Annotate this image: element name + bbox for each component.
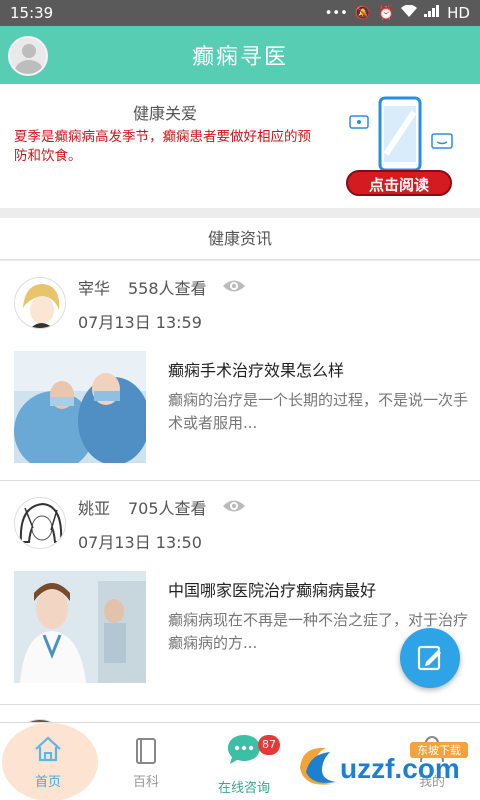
doctor-thumbnail (14, 571, 146, 683)
network-type: HD (447, 4, 470, 22)
banner-title: 健康关爱 (132, 104, 197, 123)
news-section-title: 健康资讯 (0, 218, 480, 260)
section-divider (0, 208, 480, 218)
more-icon: ••• (324, 5, 348, 21)
user-avatar[interactable] (8, 36, 48, 76)
page-title: 癫痫寻医 (191, 45, 288, 70)
status-icons: ••• 🔕 ⏰ HD (325, 4, 470, 22)
tab-consult-label: 在线咨询 (217, 781, 270, 796)
app-header: 癫痫寻医 (0, 26, 480, 84)
tab-wiki[interactable]: 百科 (98, 723, 194, 800)
tab-consult[interactable]: 在线咨询 (196, 723, 292, 800)
publish-date: 07月13日 13:59 (78, 313, 202, 332)
view-count: 705人查看 (128, 499, 207, 518)
eye-icon (223, 280, 245, 292)
article-title: 癫痫手术治疗效果怎么样 (168, 361, 345, 380)
watermark-subtext: 东坡下载 (417, 744, 461, 757)
author-name: 宰华 (78, 279, 111, 298)
article-card[interactable]: 宰华 558人查看 07月13日 13:59 癫痫手术治疗效果怎么样 癫痫的治疗… (0, 261, 480, 481)
book-icon (136, 738, 156, 764)
eye-icon (223, 500, 245, 512)
status-time: 15:39 (10, 4, 54, 22)
status-bar: 15:39 ••• 🔕 ⏰ HD (0, 0, 480, 26)
author-name: 姚亚 (78, 499, 111, 518)
health-care-banner[interactable]: 健康关爱 夏季是癫痫病高发季节，癫痫患者要做好相应的预防和饮食。 点击阅读 (0, 84, 480, 208)
publish-date: 07月13日 13:50 (78, 533, 202, 552)
mute-icon: 🔕 (354, 5, 371, 21)
tab-home-label: 首页 (34, 775, 61, 790)
author-avatar[interactable] (14, 497, 66, 549)
author-avatar[interactable] (14, 277, 66, 329)
wifi-icon (401, 4, 418, 21)
alarm-icon: ⏰ (377, 5, 395, 21)
consult-badge: 87 (258, 735, 280, 755)
banner-text: 夏季是癫痫病高发季节，癫痫患者要做好相应的预防和饮食。 (14, 129, 311, 164)
chat-icon (228, 735, 260, 764)
compose-button[interactable] (400, 628, 460, 688)
tab-home[interactable]: 首页 (0, 723, 96, 800)
surgery-thumbnail (14, 351, 146, 463)
article-summary: 癫痫的治疗是一个长期的过程，不是说一次手术或者服用... (168, 391, 469, 432)
read-now-button[interactable]: 点击阅读 (346, 170, 452, 196)
signal-icon (424, 5, 440, 21)
site-watermark: uzzf.com 东坡下载 (300, 742, 468, 785)
article-title: 中国哪家医院治疗癫痫病最好 (168, 581, 377, 600)
view-count: 558人查看 (128, 279, 207, 298)
edit-icon (417, 645, 441, 671)
tab-wiki-label: 百科 (132, 775, 159, 790)
home-icon (35, 736, 61, 762)
